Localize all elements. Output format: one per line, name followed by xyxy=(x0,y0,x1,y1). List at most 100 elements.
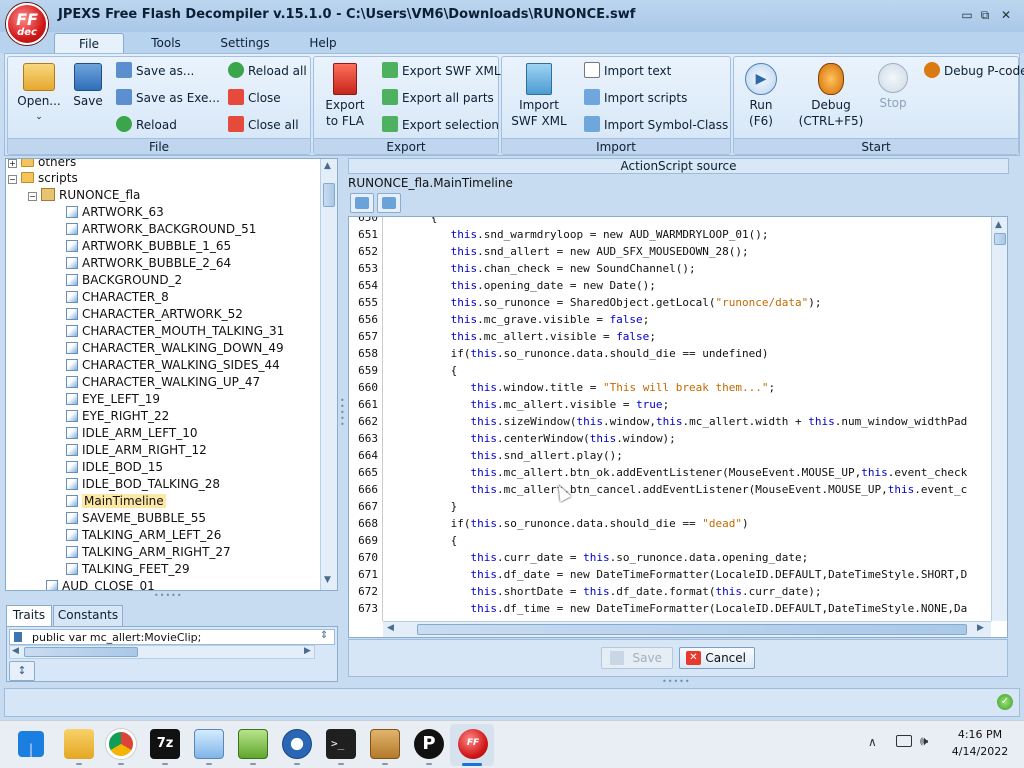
scroll-down-icon[interactable]: ▼ xyxy=(324,575,331,585)
tree-item[interactable]: SAVEME_BUBBLE_55 xyxy=(66,510,206,527)
code-scroll-thumb[interactable] xyxy=(994,233,1006,245)
tree-item[interactable]: TALKING_FEET_29 xyxy=(66,561,190,578)
debug-button[interactable]: Debug (CTRL+F5) xyxy=(788,63,874,129)
p-app-icon[interactable]: P xyxy=(414,729,444,759)
tree-item[interactable]: EYE_RIGHT_22 xyxy=(66,408,169,425)
tree-item[interactable]: CHARACTER_8 xyxy=(66,289,169,306)
trait-list[interactable]: public var mc_allert:MovieClip; ⇕ xyxy=(9,629,335,645)
tab-tools[interactable]: Tools xyxy=(140,33,192,53)
code-line[interactable]: this.snd_allert = new AUD_SFX_MOUSEDOWN_… xyxy=(391,245,749,258)
code-line[interactable]: this.window.title = "This will break the… xyxy=(391,381,775,394)
tree-item[interactable]: EYE_LEFT_19 xyxy=(66,391,160,408)
import-symbol-class-button[interactable]: Import Symbol-Class xyxy=(584,115,728,135)
save-as-button[interactable]: Save as... xyxy=(116,61,194,81)
tab-traits[interactable]: Traits xyxy=(6,605,52,626)
scroll-up-icon[interactable]: ▲ xyxy=(995,220,1002,230)
chrome-icon[interactable] xyxy=(106,729,136,759)
tab-help[interactable]: Help xyxy=(300,33,346,53)
code-editor[interactable]: 650 651 652 653 654 655 656 657 658 659 660 661 662 6… xyxy=(348,216,1008,638)
minimize-button[interactable]: ▭ xyxy=(958,6,976,24)
save-as-exe-button[interactable]: Save as Exe... xyxy=(116,88,220,108)
trait-scroll-thumb[interactable] xyxy=(24,647,138,657)
export-swf-xml-button[interactable]: Export SWF XML xyxy=(382,61,501,81)
import-text-button[interactable]: Import text xyxy=(584,61,671,81)
code-text[interactable]: { this.snd_warmdryloop = new AUD_WARMDRY… xyxy=(349,217,991,621)
tree-item[interactable]: CHARACTER_MOUTH_TALKING_31 xyxy=(66,323,284,340)
windows-start-icon[interactable] xyxy=(18,731,44,757)
cancel-button[interactable]: ✕ Cancel xyxy=(679,647,755,669)
code-line[interactable]: this.opening_date = new Date(); xyxy=(391,279,656,292)
stop-button[interactable]: Stop xyxy=(874,63,912,111)
horizontal-splitter-handle[interactable]: ••••• xyxy=(662,678,696,686)
clock-time[interactable]: 4:16 PM xyxy=(950,728,1010,741)
code-line[interactable]: this.snd_warmdryloop = new AUD_WARMDRYLO… xyxy=(391,228,769,241)
reload-button[interactable]: Reload xyxy=(116,115,177,135)
scroll-right-icon[interactable]: ▶ xyxy=(977,623,984,633)
chevron-up-down-icon[interactable]: ⇕ xyxy=(320,630,328,641)
tree-item[interactable]: IDLE_ARM_RIGHT_12 xyxy=(66,442,207,459)
tab-file[interactable]: File xyxy=(54,33,124,53)
code-line[interactable]: this.mc_allert.visible = true; xyxy=(391,398,669,411)
run-button[interactable]: ▶ Run (F6) xyxy=(738,63,784,129)
splitter-handle[interactable]: ••••• xyxy=(154,592,184,600)
go-to-declaration-button[interactable] xyxy=(350,193,374,213)
code-line[interactable]: this.chan_check = new SoundChannel(); xyxy=(391,262,696,275)
collapse-icon[interactable]: − xyxy=(8,175,17,184)
tree-item[interactable]: MainTimeline xyxy=(66,493,166,510)
volume-icon[interactable]: 🕪 xyxy=(920,734,928,749)
scroll-right-icon[interactable]: ▶ xyxy=(304,646,311,656)
sort-az-icon[interactable]: ↕ xyxy=(9,661,35,681)
close-all-button[interactable]: Close all xyxy=(228,115,299,135)
export-all-parts-button[interactable]: Export all parts xyxy=(382,88,494,108)
tree-item[interactable]: ARTWORK_BUBBLE_1_65 xyxy=(66,238,231,255)
collapse-icon[interactable]: − xyxy=(28,192,37,201)
tree-package-runonce-fla[interactable]: − RUNONCE_fla xyxy=(28,187,140,204)
tree-item[interactable]: BACKGROUND_2 xyxy=(66,272,182,289)
close-button[interactable]: ✕ xyxy=(997,6,1015,24)
tree-folder-scripts[interactable]: − scripts xyxy=(8,170,78,187)
close-file-button[interactable]: Close xyxy=(228,88,281,108)
tree-item[interactable]: TALKING_ARM_RIGHT_27 xyxy=(66,544,231,561)
scroll-left-icon[interactable]: ◀ xyxy=(387,623,394,633)
code-horizontal-scrollbar[interactable]: ◀ ▶ xyxy=(383,621,991,637)
scroll-left-icon[interactable]: ◀ xyxy=(12,646,19,656)
package-box-icon[interactable] xyxy=(370,729,400,759)
tree-item[interactable]: IDLE_BOD_TALKING_28 xyxy=(66,476,220,493)
trait-horizontal-scrollbar[interactable]: ◀ ▶ xyxy=(9,645,315,659)
tree-item[interactable]: CHARACTER_WALKING_UP_47 xyxy=(66,374,260,391)
tree-item[interactable]: ARTWORK_BACKGROUND_51 xyxy=(66,221,256,238)
notepad-plus-icon[interactable] xyxy=(238,729,268,759)
reload-all-button[interactable]: Reload all xyxy=(228,61,307,81)
tree-item[interactable]: TALKING_ARM_LEFT_26 xyxy=(66,527,221,544)
vertical-splitter-handle[interactable]: • • • • • xyxy=(340,397,345,429)
code-line[interactable]: { xyxy=(391,534,458,547)
code-h-scroll-thumb[interactable] xyxy=(417,624,967,635)
code-line[interactable]: this.shortDate = this.df_date.format(thi… xyxy=(391,585,821,598)
code-line[interactable]: this.df_date = new DateTimeFormatter(Loc… xyxy=(391,568,967,581)
code-line[interactable]: this.mc_grave.visible = false; xyxy=(391,313,650,326)
export-to-fla-button[interactable]: Export to FLA xyxy=(318,63,372,129)
tree-item[interactable]: IDLE_BOD_15 xyxy=(66,459,163,476)
code-line[interactable]: this.snd_allert.play(); xyxy=(391,449,622,462)
ffdec-logo-icon[interactable]: FF dec xyxy=(6,3,48,45)
code-line[interactable]: this.mc_allert.visible = false; xyxy=(391,330,656,343)
code-line[interactable]: this.so_runonce = SharedObject.getLocal(… xyxy=(391,296,822,309)
search-code-button[interactable] xyxy=(377,193,401,213)
code-line[interactable]: if(this.so_runonce.data.should_die == "d… xyxy=(391,517,749,530)
code-line[interactable]: this.curr_date = this.so_runonce.data.op… xyxy=(391,551,808,564)
maximize-button[interactable]: ⧉ xyxy=(976,6,994,24)
tree-item[interactable]: ARTWORK_63 xyxy=(66,204,164,221)
code-vertical-scrollbar[interactable]: ▲ xyxy=(991,217,1007,621)
code-line[interactable]: { xyxy=(391,364,458,377)
clock-date[interactable]: 4/14/2022 xyxy=(950,745,1010,758)
debug-pcode-button[interactable]: Debug P-code xyxy=(924,61,1024,81)
code-line[interactable]: } xyxy=(391,500,458,513)
tab-constants[interactable]: Constants xyxy=(53,605,123,626)
network-globe-icon[interactable] xyxy=(282,729,312,759)
trait-item[interactable]: public var mc_allert:MovieClip; xyxy=(32,631,201,644)
ffdec-taskbar-icon[interactable]: FF xyxy=(458,729,488,759)
tree-item-aud-close[interactable]: AUD_CLOSE_01 xyxy=(46,578,155,590)
image-viewer-icon[interactable] xyxy=(194,729,224,759)
code-line[interactable]: { xyxy=(391,217,438,224)
export-selection-button[interactable]: Export selection xyxy=(382,115,499,135)
